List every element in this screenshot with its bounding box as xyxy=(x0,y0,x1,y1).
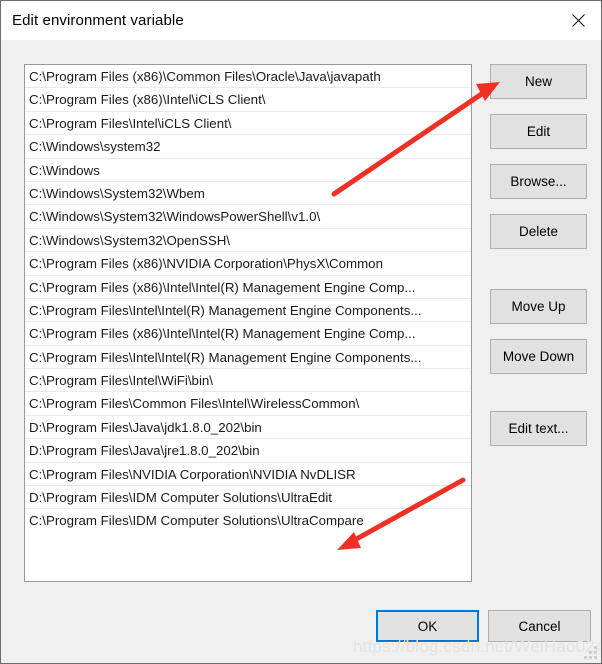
list-item[interactable]: C:\Program Files (x86)\Common Files\Orac… xyxy=(25,65,471,89)
move-up-button[interactable]: Move Up xyxy=(490,289,587,324)
list-item[interactable]: C:\Program Files\IDM Computer Solutions\… xyxy=(25,509,471,532)
delete-button-label: Delete xyxy=(518,224,559,239)
list-item[interactable]: D:\Program Files\Java\jre1.8.0_202\bin xyxy=(25,439,471,463)
list-item[interactable]: C:\Windows\System32\OpenSSH\ xyxy=(25,229,471,253)
list-item[interactable]: C:\Program Files (x86)\Intel\iCLS Client… xyxy=(25,88,471,112)
list-item[interactable]: C:\Windows\system32 xyxy=(25,135,471,159)
list-item[interactable]: C:\Program Files\Intel\Intel(R) Manageme… xyxy=(25,346,471,370)
watermark-text: https://blog.csdn.net/WeiHao0240 xyxy=(353,637,602,656)
list-item[interactable]: C:\Program Files\Common Files\Intel\Wire… xyxy=(25,392,471,416)
title-bar: Edit environment variable xyxy=(1,1,601,40)
edit-text-button-label: Edit text... xyxy=(508,421,569,436)
list-item[interactable]: C:\Program Files\Intel\iCLS Client\ xyxy=(25,112,471,136)
list-item[interactable]: C:\Windows xyxy=(25,159,471,182)
delete-button[interactable]: Delete xyxy=(490,214,587,249)
path-list[interactable]: C:\Program Files (x86)\Common Files\Orac… xyxy=(24,64,472,582)
edit-button-label: Edit xyxy=(526,124,551,139)
list-item[interactable]: C:\Program Files (x86)\Intel\Intel(R) Ma… xyxy=(25,322,471,346)
move-up-button-label: Move Up xyxy=(511,299,566,314)
page-title: Edit environment variable xyxy=(12,12,184,29)
list-item[interactable]: C:\Program Files\NVIDIA Corporation\NVID… xyxy=(25,463,471,487)
edit-button[interactable]: Edit xyxy=(490,114,587,149)
list-item[interactable]: D:\Program Files\IDM Computer Solutions\… xyxy=(25,486,471,510)
edit-environment-variable-dialog: Edit environment variable C:\Program Fil… xyxy=(0,0,602,664)
new-button-label: New xyxy=(524,74,552,89)
browse-button-label: Browse... xyxy=(510,174,567,189)
move-down-button[interactable]: Move Down xyxy=(490,339,587,374)
list-item[interactable]: C:\Program Files (x86)\Intel\Intel(R) Ma… xyxy=(25,276,471,299)
list-item[interactable]: C:\Windows\System32\Wbem xyxy=(25,182,471,206)
browse-button[interactable]: Browse... xyxy=(490,164,587,199)
cancel-button-label: Cancel xyxy=(518,618,561,634)
list-item[interactable]: C:\Windows\System32\WindowsPowerShell\v1… xyxy=(25,205,471,229)
list-item[interactable]: C:\Program Files\Intel\Intel(R) Manageme… xyxy=(25,299,471,323)
close-icon[interactable] xyxy=(555,1,601,39)
resize-grip[interactable] xyxy=(584,646,597,659)
list-item[interactable]: C:\Program Files\Intel\WiFi\bin\ xyxy=(25,369,471,393)
move-down-button-label: Move Down xyxy=(502,349,575,364)
new-button[interactable]: New xyxy=(490,64,587,99)
edit-text-button[interactable]: Edit text... xyxy=(490,411,587,446)
ok-button-label: OK xyxy=(417,618,438,634)
list-item[interactable]: C:\Program Files (x86)\NVIDIA Corporatio… xyxy=(25,252,471,276)
list-item[interactable]: D:\Program Files\Java\jdk1.8.0_202\bin xyxy=(25,416,471,440)
path-list-rows: C:\Program Files (x86)\Common Files\Orac… xyxy=(25,65,471,533)
